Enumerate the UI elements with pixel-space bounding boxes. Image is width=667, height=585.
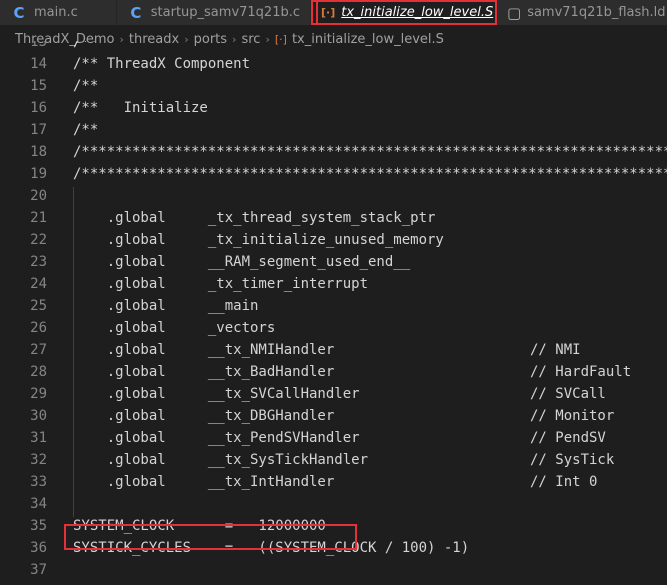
line-number: 19 xyxy=(30,166,47,182)
code-line[interactable]: 33 .global __tx_IntHandler // Int 0 xyxy=(0,471,667,493)
code-text: .global _tx_initialize_unused_memory xyxy=(73,232,444,248)
system-clock-highlight xyxy=(64,524,357,550)
code-line[interactable]: 14 /** ThreadX Component xyxy=(0,53,667,75)
code-text: /***************************************… xyxy=(73,166,667,182)
code-text: /** xyxy=(73,122,99,138)
line-number: 30 xyxy=(30,408,47,424)
code-comment: // HardFault xyxy=(530,364,632,380)
line-number: 15 xyxy=(30,78,47,94)
line-number: 17 xyxy=(30,122,47,138)
line-number: 37 xyxy=(30,562,47,578)
code-text: .global _vectors xyxy=(73,320,276,336)
code-text: .global _tx_timer_interrupt xyxy=(73,276,369,292)
code-line[interactable]: 30 .global __tx_DBGHandler // Monitor xyxy=(0,405,667,427)
tab-label: main.c xyxy=(34,5,78,20)
code-comment: // PendSV xyxy=(530,430,606,446)
code-line[interactable]: 17 /** xyxy=(0,119,667,141)
code-line[interactable]: 34 xyxy=(0,493,667,515)
code-text: /** Initialize xyxy=(73,100,208,116)
code-text: .global __tx_DBGHandler xyxy=(73,408,335,424)
line-number: 29 xyxy=(30,386,47,402)
active-tab-highlight xyxy=(316,0,497,25)
line-number: 28 xyxy=(30,364,47,380)
code-editor[interactable]: 13 /** 14 /** ThreadX Component 15 /** 16 /** I… xyxy=(0,41,667,585)
code-comment: // SysTick xyxy=(530,452,615,468)
tab-label: samv71q21b_flash.ld xyxy=(527,5,666,20)
code-line[interactable]: 21 .global _tx_thread_system_stack_ptr xyxy=(0,207,667,229)
code-line[interactable]: 16 /** Initialize xyxy=(0,97,667,119)
file-icon: ▢ xyxy=(507,3,522,22)
code-line[interactable]: 27 .global __tx_NMIHandler // NMI xyxy=(0,339,667,361)
code-text: .global __tx_BadHandler xyxy=(73,364,335,380)
code-line[interactable]: 19 /*************************************… xyxy=(0,163,667,185)
code-text: .global __tx_PendSVHandler xyxy=(73,430,360,446)
line-number: 27 xyxy=(30,342,47,358)
code-line[interactable]: 28 .global __tx_BadHandler // HardFault xyxy=(0,361,667,383)
line-number: 18 xyxy=(30,144,47,160)
line-number: 25 xyxy=(30,298,47,314)
line-number: 23 xyxy=(30,254,47,270)
code-text: .global __main xyxy=(73,298,259,314)
tab-label: startup_samv71q21b.c xyxy=(150,5,300,20)
line-number: 20 xyxy=(30,188,47,204)
line-number: 35 xyxy=(30,518,47,534)
code-text: /***************************************… xyxy=(73,144,667,160)
code-text: .global __tx_IntHandler xyxy=(73,474,335,490)
code-text: .global _tx_thread_system_stack_ptr xyxy=(73,210,436,226)
line-number: 21 xyxy=(30,210,47,226)
code-line[interactable]: 13 /** xyxy=(0,41,667,53)
code-line[interactable]: 20 xyxy=(0,185,667,207)
line-number: 24 xyxy=(30,276,47,292)
c-file-icon: C xyxy=(130,3,142,22)
tab-startup-samv71q21b-c[interactable]: C startup_samv71q21b.c xyxy=(117,0,311,25)
line-number: 13 xyxy=(30,41,47,50)
code-comment: // SVCall xyxy=(530,386,606,402)
code-line[interactable]: 22 .global _tx_initialize_unused_memory xyxy=(0,229,667,251)
line-number: 22 xyxy=(30,232,47,248)
line-number: 33 xyxy=(30,474,47,490)
code-line[interactable]: 37 xyxy=(0,559,667,581)
code-comment: // Int 0 xyxy=(530,474,598,490)
tab-samv71q21b-flash-ld[interactable]: ▢ samv71q21b_flash.ld xyxy=(497,0,667,25)
line-number: 31 xyxy=(30,430,47,446)
tab-main-c[interactable]: C main.c xyxy=(0,0,117,25)
code-line[interactable]: 23 .global __RAM_segment_used_end__ xyxy=(0,251,667,273)
line-number: 16 xyxy=(30,100,47,116)
c-file-icon: C xyxy=(13,3,25,22)
code-text: /** ThreadX Component xyxy=(73,56,251,72)
code-line[interactable]: 15 /** xyxy=(0,75,667,97)
code-line[interactable]: 18 /*************************************… xyxy=(0,141,667,163)
line-number: 26 xyxy=(30,320,47,336)
line-number: 32 xyxy=(30,452,47,468)
code-comment: // Monitor xyxy=(530,408,615,424)
code-text: .global __tx_SysTickHandler xyxy=(73,452,369,468)
code-text: .global __tx_SVCallHandler xyxy=(73,386,360,402)
line-number: 34 xyxy=(30,496,47,512)
code-text: .global __RAM_segment_used_end__ xyxy=(73,254,411,270)
code-line[interactable]: 32 .global __tx_SysTickHandler // SysTick xyxy=(0,449,667,471)
line-number: 14 xyxy=(30,56,47,72)
code-line[interactable]: 25 .global __main xyxy=(0,295,667,317)
code-text: /** xyxy=(73,78,99,94)
code-line[interactable]: 29 .global __tx_SVCallHandler // SVCall xyxy=(0,383,667,405)
code-line[interactable]: 26 .global _vectors xyxy=(0,317,667,339)
code-text: /** xyxy=(73,41,99,50)
line-number: 36 xyxy=(30,540,47,556)
code-line[interactable]: 31 .global __tx_PendSVHandler // PendSV xyxy=(0,427,667,449)
code-line[interactable]: 24 .global _tx_timer_interrupt xyxy=(0,273,667,295)
code-text: .global __tx_NMIHandler xyxy=(73,342,335,358)
code-comment: // NMI xyxy=(530,342,581,358)
